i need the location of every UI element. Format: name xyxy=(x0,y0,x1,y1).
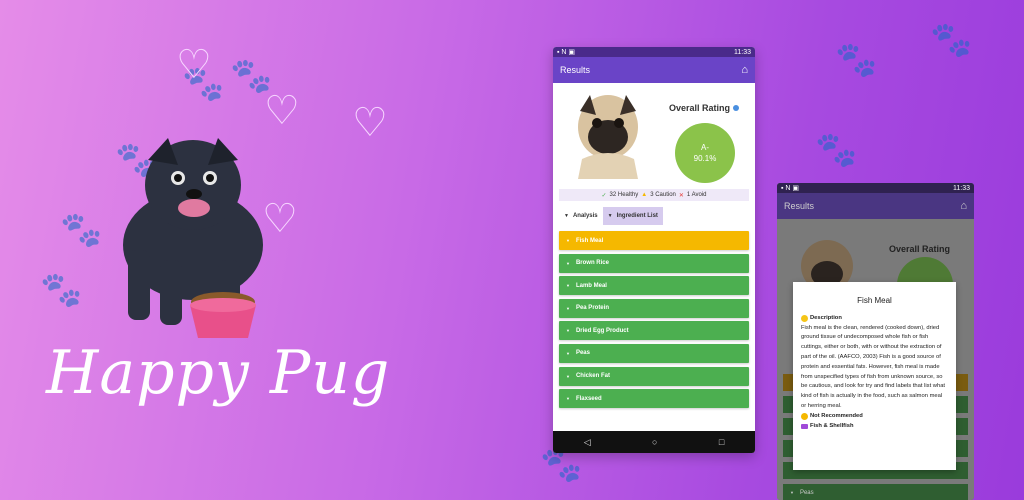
ingredient-list: ▼ Fish Meal ▼ Brown Rice ▼ Lamb Meal ▼ Pea Prot… xyxy=(559,231,749,409)
ingredient-item[interactable]: ▼ Fish Meal xyxy=(559,231,749,250)
recent-apps-icon[interactable]: □ xyxy=(719,437,724,447)
tab-analysis[interactable]: ▼ Analysis xyxy=(559,207,603,225)
app-bar: Results ⌂ xyxy=(553,57,755,83)
home-icon[interactable]: ⌂ xyxy=(741,64,748,76)
ingredient-label: Lamb Meal xyxy=(575,282,607,289)
ingredient-item[interactable]: ▼ Brown Rice xyxy=(559,253,749,273)
page-title: Results xyxy=(560,65,591,75)
status-icons: ▪ N ▣ xyxy=(557,49,576,56)
check-icon: ✓ xyxy=(601,192,607,199)
rating-section: Overall Rating A- 90.1% xyxy=(553,83,755,183)
ingredient-item[interactable]: ▼ Peas xyxy=(559,343,749,363)
rating-percent: 90.1% xyxy=(693,154,717,163)
tab-bar: ▼ Analysis ▼ Ingredient List xyxy=(559,207,749,225)
caret-down-icon: ▼ xyxy=(564,213,569,219)
ingredient-label: Chicken Fat xyxy=(575,373,610,380)
status-icons: ▪ N ▣ xyxy=(781,185,800,192)
paw-print-icon: 🐾 xyxy=(835,41,878,79)
paw-print-icon: 🐾 xyxy=(40,271,83,309)
ingredient-label: Pea Protein xyxy=(575,305,609,312)
recommendation-label: Not Recommended xyxy=(801,412,948,422)
pug-mascot-illustration xyxy=(123,138,263,338)
ingredient-item[interactable]: ▼ Lamb Meal xyxy=(559,276,749,296)
caret-down-icon: ▼ xyxy=(607,213,613,219)
caret-down-icon: ▼ xyxy=(566,373,570,379)
dialog-title: Fish Meal xyxy=(857,296,892,305)
android-nav-bar: ◁ ○ □ xyxy=(553,431,755,453)
caret-down-icon: ▼ xyxy=(566,238,570,243)
tag-icon xyxy=(801,423,808,429)
ingredient-item[interactable]: ▼ Flaxseed xyxy=(559,389,749,409)
ingredient-label: Brown Rice xyxy=(575,260,609,267)
home-nav-icon[interactable]: ○ xyxy=(652,437,657,447)
ingredient-label: Fish Meal xyxy=(575,237,604,244)
results-screen: ▪ N ▣ 11:33 Results ⌂ Overall Rating A- … xyxy=(553,47,755,453)
tab-ingredient-list[interactable]: ▼ Ingredient List xyxy=(602,207,663,225)
ingredient-item[interactable]: ▼ Pea Protein xyxy=(559,298,749,318)
paw-print-icon: 🐾 xyxy=(60,211,103,249)
ingredient-item[interactable]: ▼ Chicken Fat xyxy=(559,366,749,386)
ingredient-label: Peas xyxy=(575,350,590,357)
description-heading: Description xyxy=(801,314,948,324)
app-title: Happy Pug xyxy=(46,338,391,408)
rating-badge: A- 90.1% xyxy=(675,123,735,183)
overall-rating-label: Overall Rating xyxy=(669,103,740,113)
status-bar: ▪ N ▣ 11:33 xyxy=(553,47,755,57)
page-title: Results xyxy=(784,201,815,211)
ingredient-summary: ✓ 32 Healthy ▲ 3 Caution ✕ 1 Avoid xyxy=(559,189,749,201)
ingredient-label: Dried Egg Product xyxy=(575,327,629,334)
paw-print-icon: 🐾 xyxy=(815,131,858,169)
caret-down-icon: ▼ xyxy=(566,305,570,311)
heart-icon: ♡ xyxy=(352,101,388,145)
close-icon: ✕ xyxy=(678,192,684,199)
caret-down-icon: ▼ xyxy=(566,328,570,334)
pug-photo xyxy=(578,95,638,179)
warning-icon: ▲ xyxy=(641,192,648,198)
status-time: 11:33 xyxy=(953,184,970,192)
ingredient-item[interactable]: ▼ Dried Egg Product xyxy=(559,321,749,341)
heart-icon: ♡ xyxy=(264,89,300,133)
caret-down-icon: ▼ xyxy=(566,350,570,356)
ingredient-detail-dialog[interactable]: Fish Meal Description Fish meal is the c… xyxy=(793,282,956,470)
lightbulb-icon xyxy=(801,315,808,323)
description-text: Fish meal is the clean, rendered (cooked… xyxy=(801,324,946,409)
ingredient-label: Flaxseed xyxy=(575,395,602,402)
app-bar: Results ⌂ xyxy=(777,193,974,219)
paw-print-icon: 🐾 xyxy=(930,21,973,59)
ingredient-item-peas: ▼ Peas xyxy=(783,484,968,500)
back-icon[interactable]: ◁ xyxy=(584,437,591,448)
shield-icon xyxy=(801,413,808,421)
caret-down-icon: ▼ xyxy=(566,260,570,266)
status-bar: ▪ N ▣ 11:33 xyxy=(777,183,974,193)
home-icon[interactable]: ⌂ xyxy=(960,200,967,212)
info-icon[interactable] xyxy=(733,105,740,111)
heart-icon: ♡ xyxy=(176,43,212,87)
category-label: Fish & Shellfish xyxy=(801,422,948,432)
status-time: 11:33 xyxy=(734,48,751,56)
rating-grade: A- xyxy=(701,143,709,152)
overall-rating-label: Overall Rating xyxy=(889,244,951,254)
caret-down-icon: ▼ xyxy=(566,396,570,402)
caret-down-icon: ▼ xyxy=(566,283,570,289)
